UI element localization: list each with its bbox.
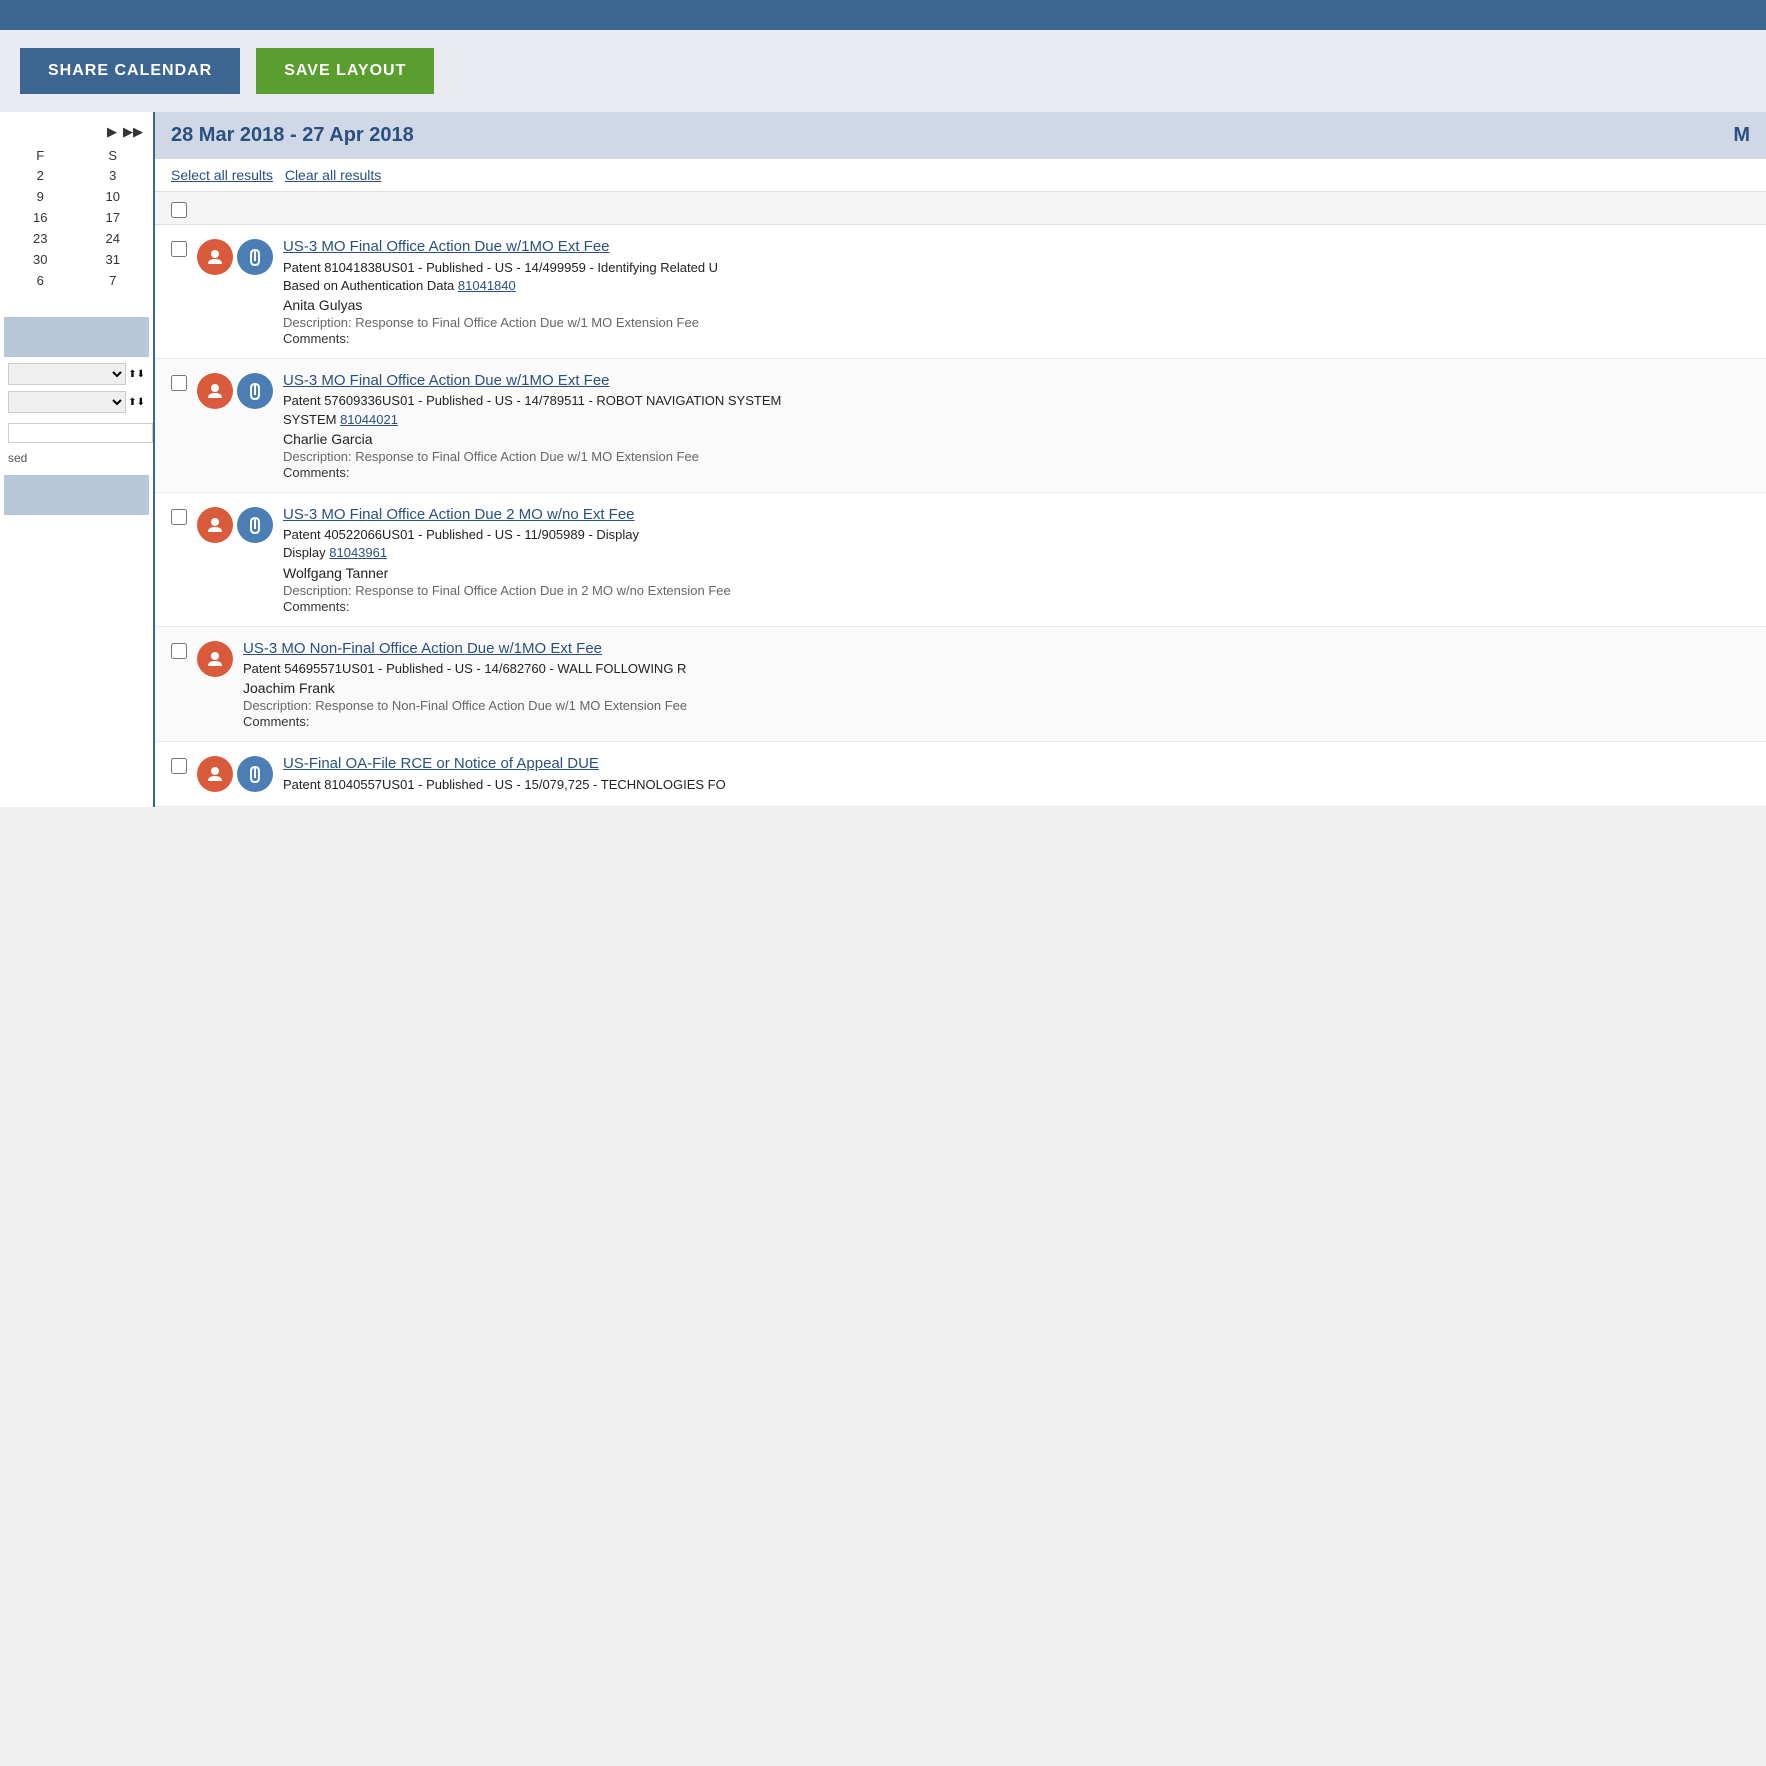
event-item: US-Final OA-File RCE or Notice of Appeal… [155,742,1766,807]
select-all-link[interactable]: Select all results [171,167,273,183]
sidebar-dropdown-1: ⬆⬇ [8,363,145,385]
calendar-day[interactable]: 16 [4,207,77,228]
date-range-header: 28 Mar 2018 - 27 Apr 2018 M [155,112,1766,159]
event-comments: Comments: [283,465,1750,480]
calendar-day[interactable]: 7 [77,270,150,291]
calendar-day[interactable]: 9 [4,186,77,207]
event-title[interactable]: US-3 MO Final Office Action Due w/1MO Ex… [283,371,1750,391]
event-item: US-3 MO Non-Final Office Action Due w/1M… [155,627,1766,743]
nav-fast-forward-button[interactable]: ▶▶ [123,124,143,140]
share-calendar-button[interactable]: SHARE CALENDAR [20,48,240,94]
event-patent: Patent 54695571US01 - Published - US - 1… [243,660,1750,678]
date-range-right: M [1733,124,1750,147]
event-icons [197,507,273,543]
sidebar-select-1[interactable] [8,363,126,385]
event-patent: Patent 81041838US01 - Published - US - 1… [283,259,1750,295]
event-title[interactable]: US-3 MO Final Office Action Due 2 MO w/n… [283,505,1750,525]
calendar-header-f: F [4,146,77,165]
sidebar-select-2[interactable] [8,391,126,413]
event-checkbox[interactable] [171,643,187,659]
event-description: Description: Response to Final Office Ac… [283,583,1750,598]
calendar-day[interactable]: 10 [77,186,150,207]
calendar-grid: F S 2391016172324303167 [4,146,149,291]
person-icon[interactable] [197,239,233,275]
event-checkbox[interactable] [171,509,187,525]
calendar-day[interactable]: 30 [4,249,77,270]
event-icons [197,756,273,792]
event-description: Description: Response to Final Office Ac… [283,449,1750,464]
person-icon[interactable] [197,641,233,677]
patent-link[interactable]: 81044021 [340,412,398,427]
date-range-title: 28 Mar 2018 - 27 Apr 2018 [171,124,414,147]
event-patent: Patent 81040557US01 - Published - US - 1… [283,776,1750,794]
event-title[interactable]: US-3 MO Final Office Action Due w/1MO Ex… [283,237,1750,257]
event-list: US-3 MO Final Office Action Due w/1MO Ex… [155,225,1766,807]
patent-link[interactable]: 81041840 [458,278,516,293]
event-details: US-3 MO Final Office Action Due w/1MO Ex… [283,371,1750,480]
event-details: US-3 MO Final Office Action Due w/1MO Ex… [283,237,1750,346]
top-bar [0,0,1766,30]
event-patent: Patent 40522066US01 - Published - US - 1… [283,526,1750,562]
main-content: 28 Mar 2018 - 27 Apr 2018 M Select all r… [155,112,1766,807]
sidebar-blue-box-1 [4,317,149,357]
calendar-day[interactable]: 31 [77,249,150,270]
toolbar: SHARE CALENDAR SAVE LAYOUT [0,30,1766,112]
select-all-checkbox[interactable] [171,202,187,218]
sidebar: ▶ ▶▶ F S 2391016172324303167 ⬆⬇ [0,112,155,807]
event-assignee: Charlie Garcia [283,431,1750,447]
sidebar-spinner-2: ⬆⬇ [128,397,145,408]
event-checkbox[interactable] [171,375,187,391]
event-description: Description: Response to Final Office Ac… [283,315,1750,330]
event-title[interactable]: US-Final OA-File RCE or Notice of Appeal… [283,754,1750,774]
event-checkbox[interactable] [171,758,187,774]
event-patent: Patent 57609336US01 - Published - US - 1… [283,392,1750,428]
sidebar-closed-label: sed [4,447,149,469]
attachment-icon[interactable] [237,507,273,543]
calendar-header-s: S [77,146,150,165]
person-icon[interactable] [197,507,233,543]
sidebar-spinner-1: ⬆⬇ [128,369,145,380]
patent-link[interactable]: 81043961 [329,545,387,560]
event-details: US-3 MO Non-Final Office Action Due w/1M… [243,639,1750,730]
event-description: Description: Response to Non-Final Offic… [243,698,1750,713]
results-controls: Select all results Clear all results [155,159,1766,192]
event-details: US-Final OA-File RCE or Notice of Appeal… [283,754,1750,794]
attachment-icon[interactable] [237,756,273,792]
event-comments: Comments: [243,714,1750,729]
event-item: US-3 MO Final Office Action Due w/1MO Ex… [155,359,1766,493]
person-icon[interactable] [197,756,233,792]
person-icon[interactable] [197,373,233,409]
event-assignee: Wolfgang Tanner [283,565,1750,581]
attachment-icon[interactable] [237,239,273,275]
event-icons [197,239,273,275]
event-item: US-3 MO Final Office Action Due 2 MO w/n… [155,493,1766,627]
event-assignee: Anita Gulyas [283,297,1750,313]
calendar-day[interactable]: 24 [77,228,150,249]
select-all-row [155,192,1766,225]
calendar-day[interactable]: 2 [4,165,77,186]
nav-forward-button[interactable]: ▶ [107,124,117,140]
calendar-day[interactable]: 6 [4,270,77,291]
sidebar-text-input[interactable] [8,423,153,443]
event-details: US-3 MO Final Office Action Due 2 MO w/n… [283,505,1750,614]
attachment-icon[interactable] [237,373,273,409]
calendar-day[interactable]: 3 [77,165,150,186]
calendar-day[interactable]: 17 [77,207,150,228]
sidebar-dropdown-2: ⬆⬇ [8,391,145,413]
event-icons [197,373,273,409]
event-assignee: Joachim Frank [243,680,1750,696]
calendar-nav: ▶ ▶▶ [4,120,149,146]
calendar-day[interactable]: 23 [4,228,77,249]
sidebar-blue-box-2 [4,475,149,515]
event-comments: Comments: [283,331,1750,346]
save-layout-button[interactable]: SAVE LAYOUT [256,48,434,94]
clear-all-link[interactable]: Clear all results [285,167,381,183]
event-icons [197,641,233,677]
event-comments: Comments: [283,599,1750,614]
event-title[interactable]: US-3 MO Non-Final Office Action Due w/1M… [243,639,1750,659]
event-item: US-3 MO Final Office Action Due w/1MO Ex… [155,225,1766,359]
event-checkbox[interactable] [171,241,187,257]
